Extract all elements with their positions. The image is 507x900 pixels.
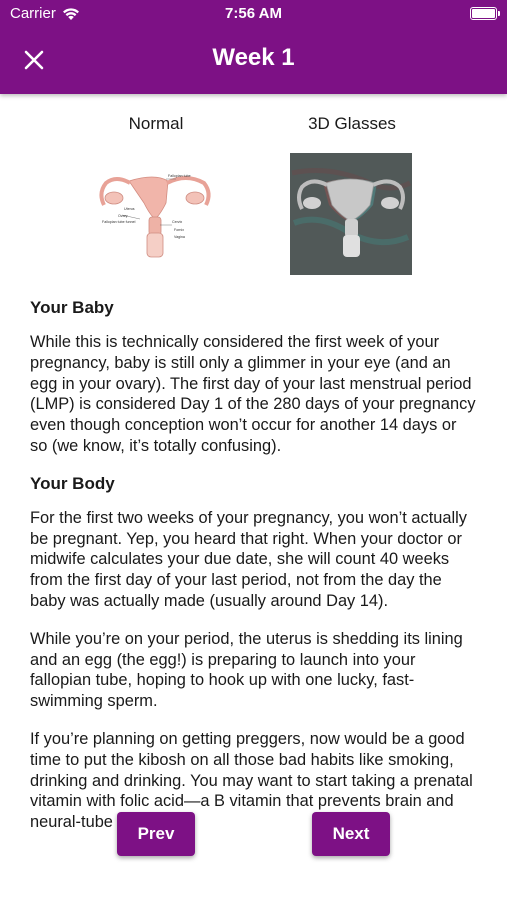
clock: 7:56 AM xyxy=(225,5,282,22)
normal-label: Normal xyxy=(128,114,184,133)
your-baby-heading: Your Baby xyxy=(30,298,114,317)
diagram-label: Ovary xyxy=(118,214,128,218)
image-comparison: Normal 3D Glasses Fallopian tube Uterus … xyxy=(30,94,477,294)
3d-glasses-label: 3D Glasses xyxy=(308,114,396,133)
diagram-label: Fallopian tube xyxy=(168,174,191,178)
your-body-paragraph: While you’re on your period, the uterus … xyxy=(30,629,463,711)
your-body-heading: Your Body xyxy=(30,473,115,493)
battery-icon xyxy=(470,7,500,20)
diagram-label: Vagina xyxy=(174,235,185,239)
your-baby-paragraph: While this is technically considered the… xyxy=(30,333,476,455)
diagram-label: Cervix xyxy=(172,220,182,224)
your-body-paragraph: For the first two weeks of your pregnanc… xyxy=(30,508,467,610)
uterus-diagram-normal-image[interactable]: Fallopian tube Uterus Ovary Fallopian tu… xyxy=(94,153,216,275)
week-content[interactable]: Normal 3D Glasses Fallopian tube Uterus … xyxy=(0,94,507,900)
app-header: Carrier 7:56 AM Week 1 xyxy=(0,0,507,94)
next-button[interactable]: Next xyxy=(312,812,390,856)
diagram-label: Fallopian tube funnel xyxy=(102,220,136,224)
page-title: Week 1 xyxy=(212,44,295,71)
your-body-paragraph: If you’re planning on getting preggers, … xyxy=(30,729,473,832)
diagram-label: Uterus xyxy=(124,207,135,211)
status-bar: Carrier 7:56 AM xyxy=(0,0,507,28)
uterus-3d-glasses-image[interactable] xyxy=(290,153,412,275)
nav-bar: Week 1 xyxy=(0,28,507,94)
diagram-label: Fornix xyxy=(174,228,184,232)
prev-button[interactable]: Prev xyxy=(117,812,195,856)
